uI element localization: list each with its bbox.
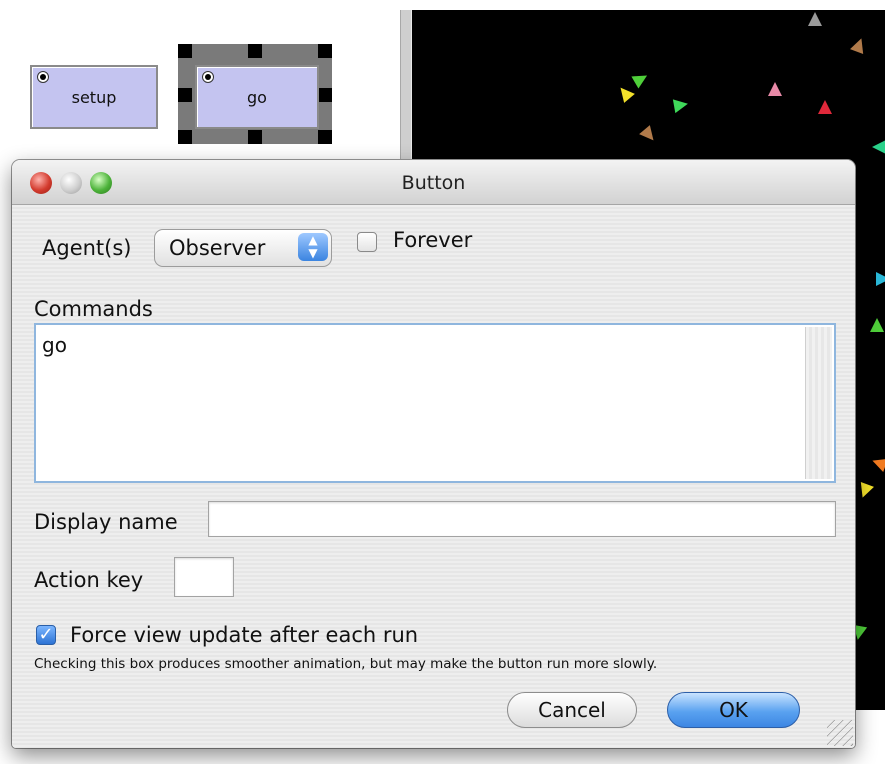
dialog-title: Button [401,172,466,194]
forever-label: Forever [393,228,473,252]
turtle [850,36,868,54]
cancel-button[interactable]: Cancel [507,692,637,728]
button-dialog: Button Agent(s) Observer ▲ ▼ Forever Comm… [12,160,855,748]
dialog-titlebar[interactable]: Button [12,160,855,205]
observer-eye-icon [202,71,214,83]
ok-button[interactable]: OK [667,692,800,728]
checkmark-icon: ✓ [38,624,54,645]
resize-grip-icon[interactable] [827,720,853,746]
turtle [856,482,874,500]
observer-eye-icon [37,71,49,83]
resize-handle[interactable] [178,88,192,102]
turtle [872,140,885,154]
display-name-field[interactable] [208,501,836,537]
turtle [639,125,659,145]
forever-checkbox[interactable] [357,232,377,252]
commands-scrollbar[interactable] [805,327,832,479]
turtle [672,96,690,114]
resize-handle[interactable] [178,130,192,144]
resize-handle[interactable] [248,44,262,58]
turtle [631,69,651,89]
go-button[interactable]: go [195,65,319,129]
go-button-label: go [247,87,267,107]
force-update-checkbox[interactable]: ✓ [36,625,56,645]
resize-handle[interactable] [318,88,332,102]
dialog-body: Agent(s) Observer ▲ ▼ Forever Commands go… [12,205,855,748]
turtle [870,318,884,332]
resize-handle[interactable] [318,44,332,58]
commands-text: go [42,333,67,357]
turtle [615,83,635,103]
turtle [768,82,782,96]
agents-label: Agent(s) [42,236,132,260]
agents-select-value: Observer [169,236,266,260]
up-down-arrows-icon: ▲ ▼ [298,233,328,261]
force-update-label: Force view update after each run [70,623,419,647]
turtle [808,12,822,26]
turtle [818,100,832,114]
commands-label: Commands [34,297,153,321]
setup-button[interactable]: setup [30,65,158,129]
agents-select[interactable]: Observer ▲ ▼ [154,229,332,267]
commands-textarea[interactable]: go [34,323,836,483]
display-name-label: Display name [34,510,178,534]
turtle [876,272,885,286]
turtle [870,454,885,472]
setup-button-label: setup [71,87,117,107]
resize-handle[interactable] [318,130,332,144]
force-update-hint: Checking this box produces smoother anim… [34,656,658,672]
action-key-label: Action key [34,568,144,592]
action-key-field[interactable] [174,557,234,597]
resize-handle[interactable] [248,130,262,144]
resize-handle[interactable] [178,44,192,58]
